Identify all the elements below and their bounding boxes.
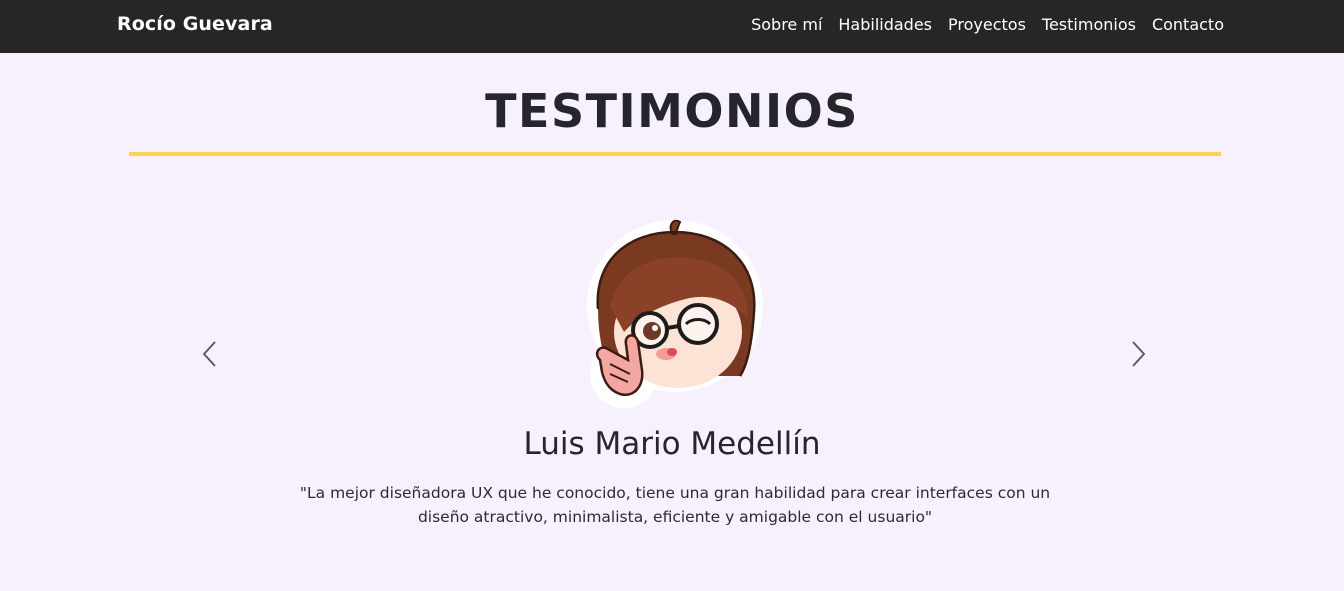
nav-link-testimonios[interactable]: Testimonios [1042,15,1136,34]
carousel-next-button[interactable] [1118,334,1158,374]
navbar: Rocío Guevara Sobre mí Habilidades Proye… [0,0,1344,53]
nav-link-contacto[interactable]: Contacto [1152,15,1224,34]
title-divider [129,152,1221,156]
testimonial-author-name: Luis Mario Medellín [523,426,821,462]
testimonial-avatar [587,219,763,408]
testimonial-carousel: Luis Mario Medellín "La mejor diseñadora… [0,190,1344,570]
brand-link[interactable]: Rocío Guevara [117,13,273,35]
chevron-left-icon [202,341,216,367]
nav-menu: Sobre mí Habilidades Proyectos Testimoni… [751,15,1224,34]
chevron-right-icon [1132,341,1146,367]
carousel-prev-button[interactable] [190,334,230,374]
nav-link-proyectos[interactable]: Proyectos [948,15,1026,34]
section-title: TESTIMONIOS [485,84,859,138]
nav-link-sobre-mi[interactable]: Sobre mí [751,15,822,34]
nav-link-habilidades[interactable]: Habilidades [838,15,932,34]
testimonial-quote: "La mejor diseñadora UX que he conocido,… [299,484,1051,526]
